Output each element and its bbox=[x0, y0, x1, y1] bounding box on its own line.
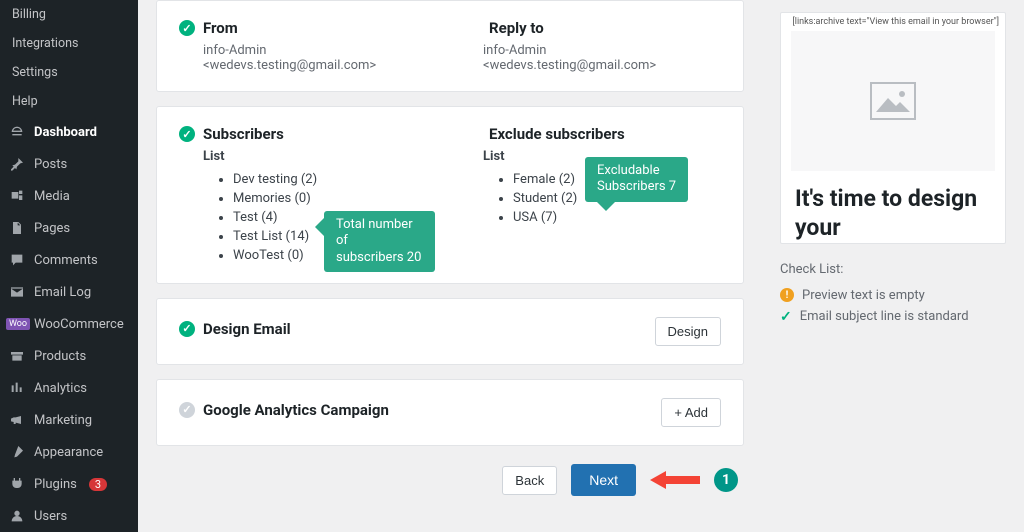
sidebar-item-marketing[interactable]: Marketing bbox=[0, 404, 138, 436]
sidebar-subnav: Billing Integrations Settings Help bbox=[0, 0, 138, 116]
plugin-count-badge: 3 bbox=[89, 478, 107, 491]
sidebar-nav: Dashboard Posts Media Pages Comments Ema… bbox=[0, 116, 138, 532]
woo-icon: Woo bbox=[8, 315, 26, 333]
comment-icon bbox=[8, 251, 26, 269]
subscribers-card: ✓Subscribers List Dev testing (2) Memori… bbox=[156, 106, 744, 284]
sidebar-item-email-log[interactable]: Email Log bbox=[0, 276, 138, 308]
sidebar-item-products[interactable]: Products bbox=[0, 340, 138, 372]
placeholder-image bbox=[791, 31, 995, 171]
reply-heading: Reply to bbox=[465, 19, 721, 37]
annotation-excludable: Excludable Subscribers 7 bbox=[585, 157, 688, 202]
wizard-nav: Back Next 1 bbox=[156, 464, 744, 496]
check-off-icon: ✓ bbox=[179, 402, 195, 418]
sidebar-item-woocommerce[interactable]: WooWooCommerce bbox=[0, 308, 138, 340]
list-item: Dev testing (2) bbox=[233, 170, 435, 189]
list-item: USA (7) bbox=[513, 208, 721, 227]
brush-icon bbox=[8, 443, 26, 461]
from-heading: ✓From bbox=[179, 19, 435, 37]
right-panel: [links:archive text="View this email in … bbox=[762, 0, 1024, 532]
sidebar-item-analytics[interactable]: Analytics bbox=[0, 372, 138, 404]
sidebar-sub-integrations[interactable]: Integrations bbox=[0, 29, 138, 58]
plug-icon bbox=[8, 475, 26, 493]
warning-icon: ! bbox=[780, 288, 794, 302]
next-button[interactable]: Next bbox=[571, 464, 636, 496]
subscribers-heading: ✓Subscribers bbox=[179, 125, 435, 143]
preview-top-note: [links:archive text="View this email in … bbox=[781, 13, 1005, 31]
arrow-icon bbox=[650, 469, 700, 491]
checklist-item-warn: !Preview text is empty bbox=[780, 285, 1006, 306]
sidebar-item-pages[interactable]: Pages bbox=[0, 212, 138, 244]
sidebar-item-media[interactable]: Media bbox=[0, 180, 138, 212]
megaphone-icon bbox=[8, 411, 26, 429]
sidebar-item-appearance[interactable]: Appearance bbox=[0, 436, 138, 468]
sidebar-sub-help[interactable]: Help bbox=[0, 87, 138, 116]
annotation-total-subs: Total number of subscribers 20 bbox=[324, 211, 435, 272]
sidebar-item-dashboard[interactable]: Dashboard bbox=[0, 116, 138, 148]
ga-heading: ✓Google Analytics Campaign bbox=[179, 401, 389, 419]
back-button[interactable]: Back bbox=[502, 466, 557, 495]
mail-icon bbox=[8, 283, 26, 301]
design-button[interactable]: Design bbox=[655, 317, 721, 346]
subscribers-list-label: List bbox=[179, 149, 435, 164]
email-preview: [links:archive text="View this email in … bbox=[780, 12, 1006, 244]
page-icon bbox=[8, 219, 26, 237]
checklist-section: Check List: !Preview text is empty ✓Emai… bbox=[780, 262, 1006, 328]
pin-icon bbox=[8, 155, 26, 173]
sidebar-sub-settings[interactable]: Settings bbox=[0, 58, 138, 87]
gauge-icon bbox=[8, 123, 26, 141]
user-icon bbox=[8, 507, 26, 525]
check-icon: ✓ bbox=[179, 321, 195, 337]
check-icon: ✓ bbox=[179, 126, 195, 142]
list-item: Memories (0) bbox=[233, 189, 435, 208]
ga-campaign-card: ✓Google Analytics Campaign + Add bbox=[156, 379, 744, 446]
from-reply-card: ✓From info-Admin <wedevs.testing@gmail.c… bbox=[156, 0, 744, 92]
reply-value: info-Admin <wedevs.testing@gmail.com> bbox=[465, 43, 721, 73]
media-icon bbox=[8, 187, 26, 205]
chart-icon bbox=[8, 379, 26, 397]
sidebar-item-users[interactable]: Users bbox=[0, 500, 138, 532]
admin-sidebar: Billing Integrations Settings Help Dashb… bbox=[0, 0, 138, 532]
sidebar-item-plugins[interactable]: Plugins3 bbox=[0, 468, 138, 500]
checklist-title: Check List: bbox=[780, 262, 1006, 277]
step-badge: 1 bbox=[714, 468, 738, 492]
exclude-heading: Exclude subscribers bbox=[465, 125, 721, 143]
check-icon: ✓ bbox=[179, 20, 195, 36]
add-ga-button[interactable]: + Add bbox=[661, 398, 721, 427]
design-email-card: ✓Design Email Design bbox=[156, 298, 744, 365]
design-email-heading: ✓Design Email bbox=[179, 320, 291, 338]
sidebar-item-comments[interactable]: Comments bbox=[0, 244, 138, 276]
from-value: info-Admin <wedevs.testing@gmail.com> bbox=[179, 43, 435, 73]
sidebar-item-posts[interactable]: Posts bbox=[0, 148, 138, 180]
main-content: ✓From info-Admin <wedevs.testing@gmail.c… bbox=[138, 0, 762, 532]
check-icon: ✓ bbox=[780, 309, 792, 325]
preview-headline: It's time to design your bbox=[781, 185, 1005, 243]
box-icon bbox=[8, 347, 26, 365]
sidebar-sub-billing[interactable]: Billing bbox=[0, 0, 138, 29]
checklist-item-ok: ✓Email subject line is standard bbox=[780, 306, 1006, 328]
